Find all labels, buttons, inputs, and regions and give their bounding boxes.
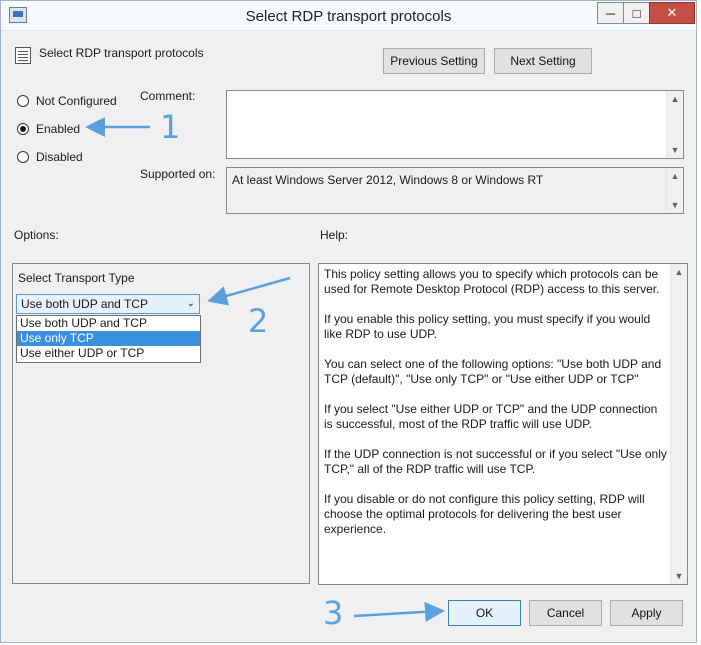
chevron-down-icon[interactable]: ⌄: [187, 298, 195, 309]
radio-button-selected-icon[interactable]: [17, 123, 29, 135]
supported-scrollbar[interactable]: ▲ ▼: [666, 168, 683, 213]
radio-button-icon[interactable]: [17, 95, 29, 107]
radio-enabled[interactable]: Enabled: [17, 122, 80, 136]
comment-scrollbar[interactable]: ▲ ▼: [666, 91, 683, 158]
annotation-step-1: 1: [160, 108, 181, 146]
options-label: Options:: [14, 228, 59, 242]
scroll-up-icon[interactable]: ▲: [667, 91, 683, 107]
supported-on-field: At least Windows Server 2012, Windows 8 …: [226, 167, 684, 214]
help-paragraph: If the UDP connection is not successful …: [324, 447, 667, 476]
help-scrollbar[interactable]: ▲ ▼: [670, 264, 687, 584]
help-paragraph: If you disable or do not configure this …: [324, 492, 645, 536]
help-paragraph: If you select "Use either UDP or TCP" an…: [324, 402, 658, 431]
transport-type-select[interactable]: Use both UDP and TCP ⌄: [16, 294, 200, 314]
title-bar: Select RDP transport protocols ─ □ ✕: [1, 1, 696, 31]
scroll-down-icon[interactable]: ▼: [667, 142, 683, 158]
transport-type-label: Select Transport Type: [18, 271, 135, 285]
comment-label: Comment:: [140, 89, 196, 103]
help-panel: This policy setting allows you to specif…: [318, 263, 688, 585]
scroll-down-icon[interactable]: ▼: [671, 568, 687, 584]
help-paragraph: This policy setting allows you to specif…: [324, 267, 660, 296]
scroll-up-icon[interactable]: ▲: [671, 264, 687, 280]
help-paragraph: You can select one of the following opti…: [324, 357, 662, 386]
dialog-window: Select RDP transport protocols ─ □ ✕ Sel…: [0, 0, 697, 643]
dropdown-option[interactable]: Use either UDP or TCP: [17, 346, 200, 361]
cancel-button[interactable]: Cancel: [529, 600, 602, 626]
radio-label: Disabled: [36, 150, 83, 164]
ok-button[interactable]: OK: [448, 600, 521, 626]
dropdown-option[interactable]: Use both UDP and TCP: [17, 316, 200, 331]
setting-name: Select RDP transport protocols: [39, 46, 204, 60]
help-text: This policy setting allows you to specif…: [324, 267, 669, 552]
scroll-up-icon[interactable]: ▲: [667, 168, 683, 184]
radio-label: Enabled: [36, 122, 81, 136]
radio-not-configured[interactable]: Not Configured: [17, 94, 117, 108]
transport-dropdown-list[interactable]: Use both UDP and TCP Use only TCP Use ei…: [16, 315, 201, 363]
supported-on-value: At least Windows Server 2012, Windows 8 …: [232, 173, 544, 187]
radio-label: Not Configured: [36, 94, 117, 108]
scroll-down-icon[interactable]: ▼: [667, 197, 683, 213]
next-setting-button[interactable]: Next Setting: [494, 48, 592, 74]
annotation-step-2: 2: [248, 302, 269, 340]
apply-button[interactable]: Apply: [610, 600, 683, 626]
minimize-button[interactable]: ─: [597, 2, 624, 24]
annotation-step-3: 3: [323, 594, 344, 632]
dropdown-option-highlighted[interactable]: Use only TCP: [17, 331, 200, 346]
policy-setting-icon: [15, 47, 31, 64]
radio-disabled[interactable]: Disabled: [17, 150, 83, 164]
help-paragraph: If you enable this policy setting, you m…: [324, 312, 651, 341]
comment-field[interactable]: ▲ ▼: [226, 90, 684, 159]
supported-on-label: Supported on:: [140, 167, 216, 181]
previous-setting-button[interactable]: Previous Setting: [383, 48, 485, 74]
radio-button-icon[interactable]: [17, 151, 29, 163]
window-title: Select RDP transport protocols: [245, 8, 452, 25]
select-value: Use both UDP and TCP: [21, 297, 148, 311]
maximize-button[interactable]: □: [623, 2, 650, 24]
close-button[interactable]: ✕: [649, 2, 695, 24]
help-label: Help:: [320, 228, 349, 242]
